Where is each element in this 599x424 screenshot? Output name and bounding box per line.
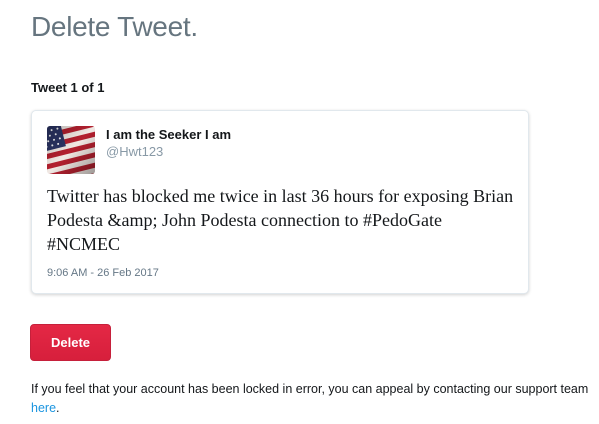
appeal-text-end: . xyxy=(56,401,60,415)
tweet-timestamp[interactable]: 9:06 AM - 26 Feb 2017 xyxy=(47,266,159,280)
appeal-text: If you feel that your account has been l… xyxy=(31,382,589,396)
tweet-author-handle[interactable]: @Hwt123 xyxy=(106,144,163,160)
tweet-card: I am the Seeker I am @Hwt123 Twitter has… xyxy=(31,110,529,294)
tweet-counter: Tweet 1 of 1 xyxy=(31,80,105,95)
page-title: Delete Tweet. xyxy=(31,11,198,42)
avatar xyxy=(47,126,95,174)
appeal-message: If you feel that your account has been l… xyxy=(31,380,591,418)
tweet-author-name[interactable]: I am the Seeker I am xyxy=(106,127,231,143)
delete-button[interactable]: Delete xyxy=(30,324,111,361)
tweet-text: Twitter has blocked me twice in last 36 … xyxy=(47,186,514,254)
support-team-link[interactable]: here xyxy=(31,401,56,415)
american-flag-avatar-icon xyxy=(47,126,95,174)
